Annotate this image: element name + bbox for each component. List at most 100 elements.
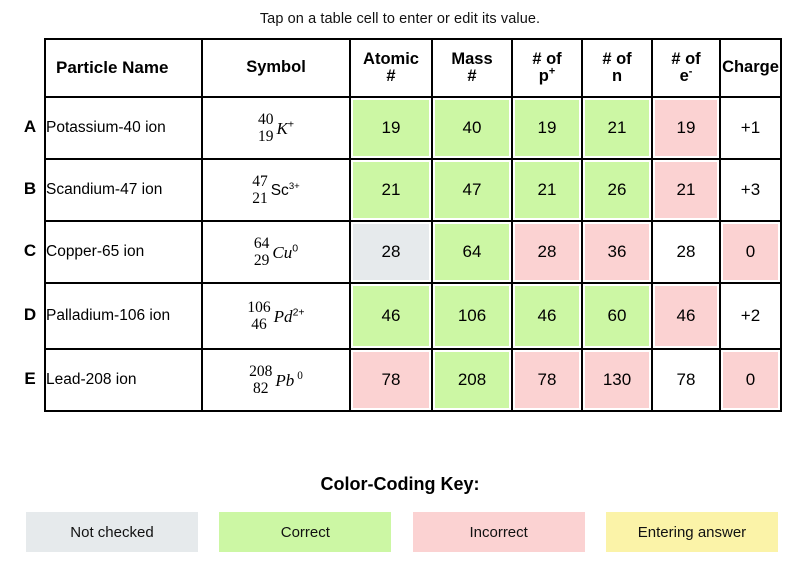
cell-neutrons[interactable]: 21 <box>581 96 653 160</box>
cell-mass-number[interactable]: 208 <box>431 348 513 412</box>
cell-charge[interactable]: +2 <box>719 282 782 350</box>
column-header-particle-name: Particle Name <box>44 38 203 98</box>
row-label-c: C <box>23 241 37 260</box>
protons-charge-superscript: + <box>548 65 556 78</box>
cell-charge[interactable]: 0 <box>719 220 782 284</box>
table-row: Palladium-106 ion 106 46 Pd2+ 46 106 46 60 46 +2 <box>44 282 782 350</box>
cell-protons[interactable]: 28 <box>511 220 583 284</box>
cell-electrons[interactable]: 19 <box>651 96 721 160</box>
cell-value: 26 <box>607 180 627 199</box>
cell-state-fill: 19 <box>353 100 429 156</box>
cell-electrons[interactable]: 28 <box>651 220 721 284</box>
cell-neutrons[interactable]: 36 <box>581 220 653 284</box>
cell-particle-name[interactable]: Potassium-40 ion <box>44 96 203 160</box>
isotope-notation: 40 19 K+ <box>258 112 294 145</box>
cell-mass-number[interactable]: 47 <box>431 158 513 222</box>
table-row: Lead-208 ion 208 82 Pb 0 78 208 78 130 78 0 <box>44 348 782 412</box>
key-item-correct: Correct <box>219 512 392 552</box>
atomic-number-subscript: 82 <box>253 380 269 397</box>
cell-state-fill: 46 <box>515 286 579 346</box>
cell-atomic-number[interactable]: 21 <box>349 158 433 222</box>
cell-mass-number[interactable]: 106 <box>431 282 513 350</box>
column-header-mass-number-line1: Mass <box>451 49 493 68</box>
cell-value: 46 <box>381 306 401 325</box>
cell-value: +3 <box>740 180 761 199</box>
cell-protons[interactable]: 46 <box>511 282 583 350</box>
cell-particle-name[interactable]: Scandium-47 ion <box>44 158 203 222</box>
mass-number-superscript: 64 <box>253 235 270 253</box>
cell-charge[interactable]: +3 <box>719 158 782 222</box>
isotope-notation: 64 29 Cu0 <box>254 236 298 269</box>
cell-neutrons[interactable]: 60 <box>581 282 653 350</box>
isotope-numbers: 64 29 <box>254 236 270 269</box>
table-row: Potassium-40 ion 40 19 K+ 19 40 19 21 19 +1 <box>44 96 782 160</box>
cell-value: 21 <box>676 180 696 199</box>
cell-protons[interactable]: 19 <box>511 96 583 160</box>
cell-particle-name[interactable]: Palladium-106 ion <box>44 282 203 350</box>
cell-neutrons[interactable]: 130 <box>581 348 653 412</box>
cell-state-fill: 21 <box>515 162 579 218</box>
cell-state-fill: 19 <box>655 100 717 156</box>
mass-number-superscript: 106 <box>247 299 271 317</box>
row-label-b: B <box>23 179 37 198</box>
cell-mass-number[interactable]: 64 <box>431 220 513 284</box>
cell-electrons[interactable]: 21 <box>651 158 721 222</box>
cell-symbol[interactable]: 208 82 Pb 0 <box>201 348 351 412</box>
isotope-numbers: 47 21 <box>252 174 268 207</box>
cell-atomic-number[interactable]: 19 <box>349 96 433 160</box>
cell-mass-number[interactable]: 40 <box>431 96 513 160</box>
isotope-notation: 47 21 Sc3+ <box>252 174 300 207</box>
cell-charge[interactable]: +1 <box>719 96 782 160</box>
cell-state-fill: 21 <box>655 162 717 218</box>
cell-symbol[interactable]: 40 19 K+ <box>201 96 351 160</box>
cell-protons[interactable]: 78 <box>511 348 583 412</box>
cell-atomic-number[interactable]: 46 <box>349 282 433 350</box>
column-header-neutrons: # of n <box>581 38 653 98</box>
cell-value: 19 <box>676 118 696 137</box>
particle-table: Particle Name Symbol Atomic # Mass # # o… <box>44 38 782 412</box>
cell-symbol[interactable]: 106 46 Pd2+ <box>201 282 351 350</box>
cell-neutrons[interactable]: 26 <box>581 158 653 222</box>
cell-value: 78 <box>381 370 401 389</box>
cell-charge[interactable]: 0 <box>719 348 782 412</box>
column-header-protons-line2: p <box>538 67 549 85</box>
cell-value: 28 <box>537 242 557 261</box>
column-header-atomic-number: Atomic # <box>349 38 433 98</box>
ion-charge-superscript: 2+ <box>292 306 305 319</box>
cell-atomic-number[interactable]: 28 <box>349 220 433 284</box>
cell-state-fill: +2 <box>723 286 778 346</box>
cell-state-fill: 21 <box>585 100 649 156</box>
atomic-number-subscript: 19 <box>258 128 274 145</box>
element-symbol: K+ <box>277 119 295 139</box>
cell-value: 130 <box>602 370 632 389</box>
cell-value: 28 <box>676 242 696 261</box>
mass-number-superscript: 40 <box>258 111 274 129</box>
cell-electrons[interactable]: 78 <box>651 348 721 412</box>
cell-state-fill: +1 <box>723 100 778 156</box>
cell-state-fill: 26 <box>585 162 649 218</box>
cell-state-fill: 78 <box>655 352 717 408</box>
cell-state-fill: 0 <box>723 224 778 280</box>
cell-state-fill: 60 <box>585 286 649 346</box>
ion-charge-superscript: 0 <box>292 242 299 255</box>
cell-atomic-number[interactable]: 78 <box>349 348 433 412</box>
isotope-numbers: 106 46 <box>247 300 270 333</box>
cell-electrons[interactable]: 46 <box>651 282 721 350</box>
cell-value: 46 <box>676 306 696 325</box>
column-header-protons: # of p+ <box>511 38 583 98</box>
ion-charge-superscript: 3+ <box>288 180 300 192</box>
cell-value: 208 <box>457 370 487 389</box>
cell-value: 0 <box>745 370 756 389</box>
cell-protons[interactable]: 21 <box>511 158 583 222</box>
cell-state-fill: 47 <box>435 162 509 218</box>
cell-state-fill: 106 <box>435 286 509 346</box>
cell-particle-name[interactable]: Copper-65 ion <box>44 220 203 284</box>
cell-symbol[interactable]: 47 21 Sc3+ <box>201 158 351 222</box>
key-item-incorrect: Incorrect <box>412 512 585 552</box>
cell-value: 47 <box>462 180 482 199</box>
isotope-numbers: 208 82 <box>249 364 272 397</box>
cell-particle-name[interactable]: Lead-208 ion <box>44 348 203 412</box>
cell-symbol[interactable]: 64 29 Cu0 <box>201 220 351 284</box>
atomic-number-subscript: 29 <box>253 252 270 269</box>
cell-state-fill: +3 <box>723 162 778 218</box>
